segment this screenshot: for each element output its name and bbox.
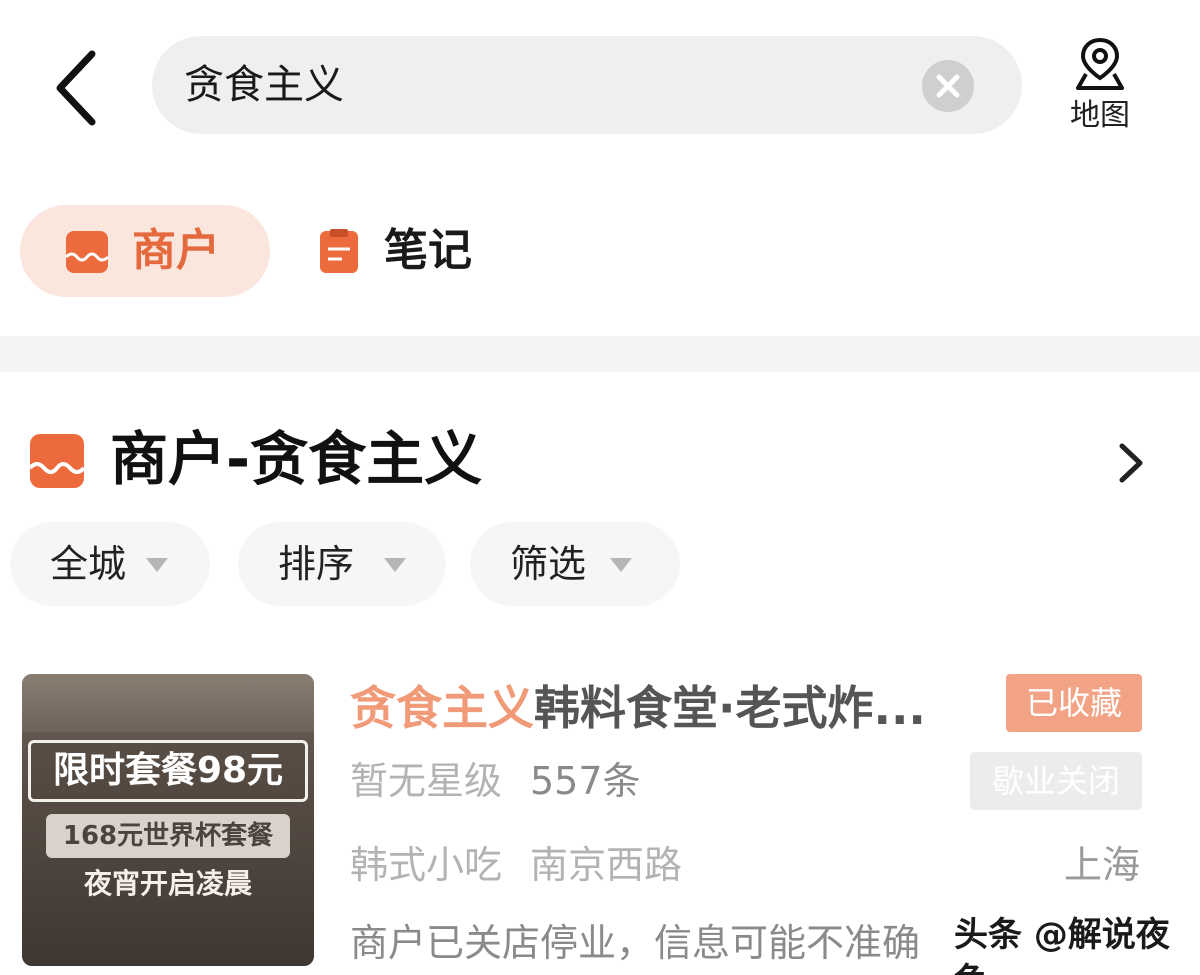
- shop-icon: [64, 231, 110, 273]
- thumbnail-sub: 168元世界杯套餐: [46, 814, 290, 858]
- chevron-left-icon: [56, 50, 96, 126]
- closed-notice: 商户已关店停业，信息可能不准确: [350, 921, 921, 965]
- caret-down-icon: [384, 558, 406, 572]
- filter-screen[interactable]: 筛选: [470, 522, 680, 606]
- tab-merchant-label: 商户: [132, 225, 220, 276]
- note-icon: [320, 229, 358, 273]
- search-query: 贪食主义: [184, 62, 344, 108]
- merchant-rating: 暂无星级: [350, 759, 503, 803]
- merchant-city: 上海: [1064, 843, 1141, 887]
- map-button[interactable]: 地图: [1058, 34, 1142, 144]
- clear-search-button[interactable]: [922, 60, 974, 112]
- merchant-title-highlight: 贪食主义: [350, 681, 534, 735]
- filter-city-label: 全城: [50, 542, 127, 586]
- tab-notes-label: 笔记: [384, 225, 472, 276]
- thumbnail-promo: 限时套餐98元: [28, 740, 308, 802]
- section-title: 商户-贪食主义: [110, 425, 483, 493]
- back-button[interactable]: [48, 48, 108, 128]
- filter-sort-label: 排序: [278, 542, 355, 586]
- shop-icon: [28, 434, 86, 488]
- close-icon: [936, 74, 960, 98]
- caret-down-icon: [146, 558, 168, 572]
- filter-city[interactable]: 全城: [10, 522, 210, 606]
- merchant-category: 韩式小吃: [350, 843, 503, 887]
- map-label: 地图: [1070, 98, 1130, 133]
- merchant-title[interactable]: 贪食主义韩料食堂·老式炸...: [350, 680, 980, 736]
- watermark: 头条 @解说夜色: [954, 915, 1170, 975]
- tab-notes[interactable]: 笔记: [300, 205, 520, 297]
- caret-down-icon: [610, 558, 632, 572]
- review-count: 557条: [530, 759, 641, 803]
- merchant-thumbnail[interactable]: 限时套餐98元 168元世界杯套餐 夜宵开启凌晨: [22, 674, 314, 966]
- category-tabs: 商户 笔记: [20, 205, 620, 297]
- status-badge: 歇业关闭: [970, 752, 1142, 810]
- section-header[interactable]: 商户-贪食主义: [0, 410, 1200, 510]
- favorited-badge[interactable]: 已收藏: [1006, 674, 1142, 732]
- filter-screen-label: 筛选: [510, 542, 587, 586]
- thumbnail-sub2: 夜宵开启凌晨: [83, 867, 252, 900]
- thumbnail-storefront: [22, 674, 314, 732]
- filter-bar: 全城 排序 筛选: [10, 522, 710, 606]
- top-bar: 贪食主义 地图: [0, 0, 1200, 170]
- tab-merchant[interactable]: 商户: [20, 205, 270, 297]
- map-pin-icon: [1076, 37, 1124, 90]
- section-divider: [0, 336, 1200, 372]
- search-input[interactable]: 贪食主义: [152, 36, 1022, 134]
- merchant-title-rest: 韩料食堂·老式炸...: [534, 681, 926, 735]
- chevron-right-icon: [1119, 443, 1143, 483]
- filter-sort[interactable]: 排序: [238, 522, 446, 606]
- merchant-area: 南京西路: [530, 843, 683, 887]
